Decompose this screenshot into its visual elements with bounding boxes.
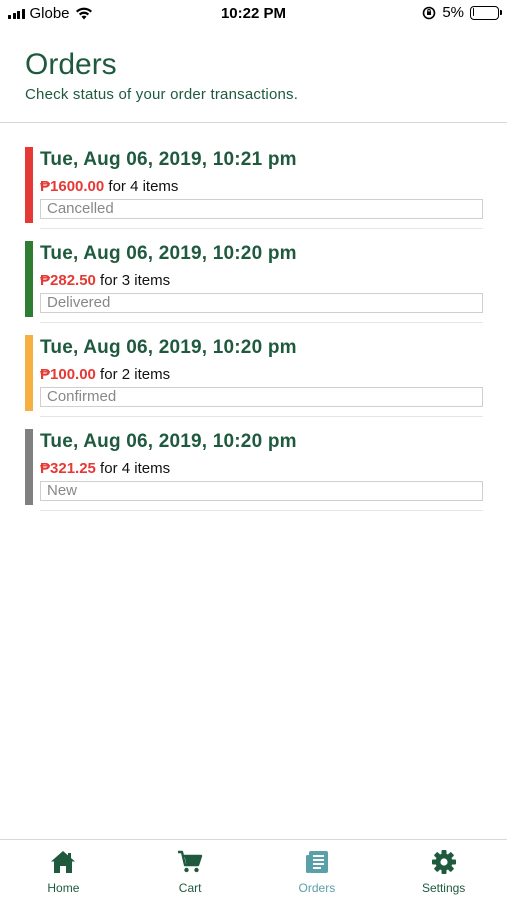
battery-icon <box>470 5 502 20</box>
tab-bar: Home Cart Orders Settings <box>0 839 507 900</box>
status-bar: Globe 10:22 PM 5% <box>0 0 507 28</box>
order-status-field: New <box>40 481 483 501</box>
order-date: Tue, Aug 06, 2019, 10:21 pm <box>40 149 297 170</box>
order-item-count: for 4 items <box>95 460 171 477</box>
order-content: Tue, Aug 06, 2019, 10:20 pm ₱321.25 for … <box>40 429 483 501</box>
orientation-lock-icon <box>423 6 436 19</box>
tab-label: Home <box>47 881 80 895</box>
order-card[interactable]: Tue, Aug 06, 2019, 10:20 pm ₱321.25 for … <box>25 429 483 523</box>
order-card[interactable]: Tue, Aug 06, 2019, 10:20 pm ₱282.50 for … <box>25 241 483 335</box>
order-summary: ₱321.25 for 4 items <box>40 459 483 479</box>
order-content: Tue, Aug 06, 2019, 10:20 pm ₱100.00 for … <box>40 335 483 407</box>
tab-settings[interactable]: Settings <box>380 840 507 900</box>
gear-icon <box>430 848 458 876</box>
divider <box>40 322 483 323</box>
order-status-indicator <box>25 429 33 505</box>
tab-cart[interactable]: Cart <box>127 840 254 900</box>
tab-orders[interactable]: Orders <box>254 840 381 900</box>
order-item-count: for 3 items <box>95 272 171 289</box>
battery-level <box>472 8 474 16</box>
order-summary: ₱1600.00 for 4 items <box>40 177 483 197</box>
divider <box>40 510 483 511</box>
order-status-indicator <box>25 241 33 317</box>
tab-label: Settings <box>421 881 466 895</box>
order-status-indicator <box>25 335 33 411</box>
page-subtitle: Check status of your order transactions. <box>25 86 299 103</box>
order-amount: ₱282.50 <box>40 272 96 289</box>
order-status-indicator <box>25 147 33 223</box>
tab-label: Cart <box>178 881 202 895</box>
home-icon <box>49 848 77 876</box>
order-content: Tue, Aug 06, 2019, 10:21 pm ₱1600.00 for… <box>40 147 483 219</box>
orders-list: Tue, Aug 06, 2019, 10:21 pm ₱1600.00 for… <box>25 147 483 523</box>
order-amount: ₱1600.00 <box>40 178 105 195</box>
order-card[interactable]: Tue, Aug 06, 2019, 10:20 pm ₱100.00 for … <box>25 335 483 429</box>
tab-label: Orders <box>298 881 336 895</box>
cart-icon <box>176 848 204 876</box>
order-item-count: for 4 items <box>104 178 179 195</box>
order-status-field: Delivered <box>40 293 483 313</box>
orders-icon <box>303 848 331 876</box>
order-amount: ₱321.25 <box>40 460 96 477</box>
battery-percent: 5% <box>442 4 464 21</box>
order-item-count: for 2 items <box>95 366 171 383</box>
order-status-field: Cancelled <box>40 199 483 219</box>
header-divider <box>0 122 507 123</box>
order-status-field: Confirmed <box>40 387 483 407</box>
page-title: Orders <box>25 48 117 81</box>
tab-home[interactable]: Home <box>0 840 127 900</box>
order-card[interactable]: Tue, Aug 06, 2019, 10:21 pm ₱1600.00 for… <box>25 147 483 241</box>
order-summary: ₱282.50 for 3 items <box>40 271 483 291</box>
order-date: Tue, Aug 06, 2019, 10:20 pm <box>40 431 297 452</box>
order-content: Tue, Aug 06, 2019, 10:20 pm ₱282.50 for … <box>40 241 483 313</box>
divider <box>40 228 483 229</box>
order-amount: ₱100.00 <box>40 366 96 383</box>
order-date: Tue, Aug 06, 2019, 10:20 pm <box>40 337 297 358</box>
order-date: Tue, Aug 06, 2019, 10:20 pm <box>40 243 297 264</box>
divider <box>40 416 483 417</box>
status-right: 5% <box>422 4 502 21</box>
orders-screen: Globe 10:22 PM 5% Orders Check status of… <box>0 0 507 900</box>
order-summary: ₱100.00 for 2 items <box>40 365 483 385</box>
